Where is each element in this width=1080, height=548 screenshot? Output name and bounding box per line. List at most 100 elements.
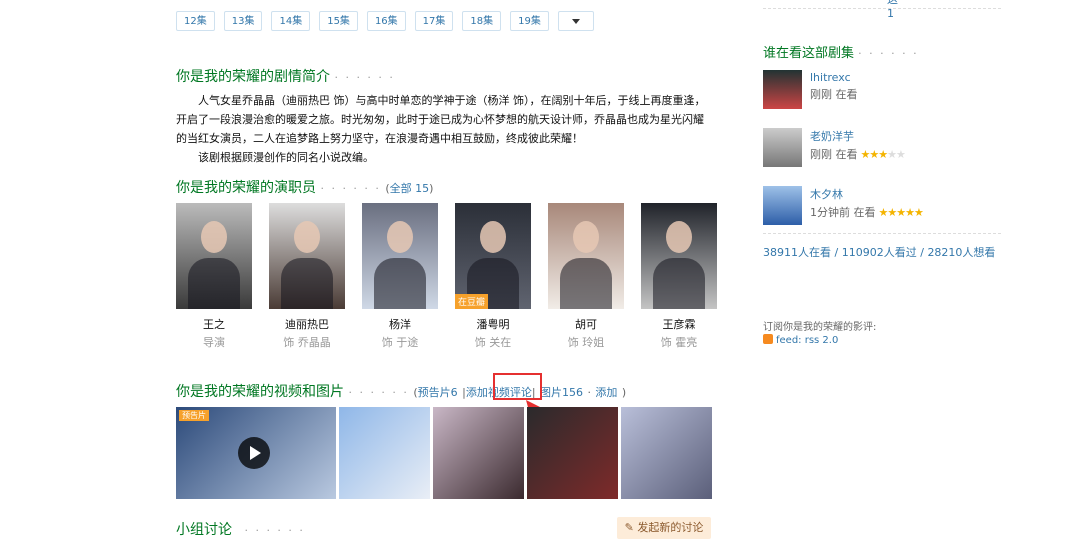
- group-dots: · · · · · ·: [244, 524, 305, 537]
- episode-more-button[interactable]: [557, 11, 594, 31]
- watched-count-link[interactable]: 110902人看过: [842, 246, 917, 259]
- cast-photo[interactable]: [362, 203, 438, 309]
- media-thumbnails: 预告片: [176, 407, 712, 499]
- cast-role: 饰 霍亮: [660, 336, 698, 349]
- portrait-figure: [387, 221, 413, 253]
- episode-button[interactable]: 16集: [366, 11, 406, 31]
- separator: /: [834, 246, 839, 259]
- cast-title: 你是我的荣耀的演职员: [176, 180, 316, 196]
- cast-name[interactable]: 王之: [176, 316, 252, 332]
- episode-button[interactable]: 17集: [414, 11, 454, 31]
- want-count-link[interactable]: 28210人想看: [927, 246, 995, 259]
- cast-role: 饰 玲姐: [567, 336, 605, 349]
- portrait-body: [560, 258, 612, 309]
- cast-name[interactable]: 胡可: [548, 316, 624, 332]
- avatar[interactable]: [763, 128, 802, 167]
- portrait-body: [374, 258, 426, 309]
- cast-role: 饰 乔晶晶: [283, 336, 331, 349]
- all-cast-link[interactable]: 全部 15: [390, 182, 430, 195]
- trailer-badge: 预告片: [179, 410, 209, 421]
- watcher-name-link[interactable]: 老奶洋芋: [810, 130, 854, 143]
- portrait-body: [653, 258, 705, 309]
- rating-stars: ★★★★★: [860, 148, 906, 161]
- divider: [763, 233, 1001, 234]
- who-watching-header: 谁在看这部剧集 · · · · · ·: [763, 42, 919, 61]
- rating-stars: ★★★★★: [878, 206, 924, 219]
- feed-label: 订阅你是我的荣耀的影评:: [763, 322, 877, 333]
- cast-name[interactable]: 杨洋: [362, 316, 438, 332]
- feed-row: feed: rss 2.0: [763, 334, 838, 346]
- episode-button[interactable]: 13集: [223, 11, 263, 31]
- cast-role: 导演: [203, 336, 225, 349]
- episode-button[interactable]: 14集: [271, 11, 311, 31]
- avatar[interactable]: [763, 70, 802, 109]
- play-icon[interactable]: [238, 437, 270, 469]
- annotation-highlight-box: [493, 373, 542, 400]
- watch-stats: 38911人在看 / 110902人看过 / 28210人想看: [763, 244, 995, 260]
- media-dots: · · · · · ·: [348, 386, 409, 399]
- cast-member[interactable]: 王彦霖饰 霍亮: [641, 203, 717, 350]
- cast-dots: · · · · · ·: [320, 182, 381, 195]
- cast-member[interactable]: 迪丽热巴饰 乔晶晶: [269, 203, 345, 350]
- cast-role: 饰 关在: [474, 336, 512, 349]
- photo-thumbnail[interactable]: [621, 407, 712, 499]
- group-header: 小组讨论 · · · · · ·: [176, 519, 305, 539]
- synopsis-paragraph: 人气女星乔晶晶（迪丽热巴 饰）与高中时单恋的学神于途（杨洋 饰），在阔别十年后，…: [176, 94, 706, 145]
- photo-thumbnail[interactable]: [433, 407, 524, 499]
- portrait-body: [188, 258, 240, 309]
- photo-thumbnail[interactable]: [527, 407, 618, 499]
- synopsis-paragraph: 该剧根据顾漫创作的同名小说改编。: [198, 151, 374, 164]
- synopsis-dots: · · · · · ·: [334, 71, 395, 84]
- episode-button[interactable]: 18集: [462, 11, 502, 31]
- watcher-name-link[interactable]: lhitrexc: [810, 71, 851, 84]
- cast-member[interactable]: 杨洋饰 于途: [362, 203, 438, 350]
- cast-photo[interactable]: [548, 203, 624, 309]
- cast-member[interactable]: 王之 导演: [176, 203, 252, 350]
- cast-role: 饰 于途: [381, 336, 419, 349]
- synopsis-header: 你是我的荣耀的剧情简介 · · · · · ·: [176, 66, 395, 86]
- paren: ): [429, 182, 434, 195]
- on-douban-badge: 在豆瓣: [455, 294, 489, 309]
- watcher-status: 1分钟前 在看: [810, 206, 876, 219]
- cast-name[interactable]: 王彦霖: [641, 316, 717, 332]
- watcher-item: 木夕林 1分钟前 在看 ★★★★★: [763, 186, 1003, 225]
- chevron-down-icon: [571, 18, 580, 24]
- new-discussion-label: 发起新的讨论: [637, 521, 704, 534]
- photo-thumbnail[interactable]: [339, 407, 430, 499]
- cast-name[interactable]: 迪丽热巴: [269, 316, 345, 332]
- cast-photo[interactable]: [269, 203, 345, 309]
- synopsis-title: 你是我的荣耀的剧情简介: [176, 69, 330, 85]
- rss-icon: [763, 334, 773, 344]
- who-watching-dots: · · · · · ·: [858, 47, 919, 60]
- cast-member[interactable]: 胡可饰 玲姐: [548, 203, 624, 350]
- separator: /: [920, 246, 924, 259]
- portrait-body: [281, 258, 333, 309]
- episode-button[interactable]: 19集: [510, 11, 549, 31]
- divider: [763, 8, 1001, 9]
- cast-list: 王之 导演 迪丽热巴饰 乔晶晶 杨洋饰 于途 在豆瓣 潘粤明饰 关在 胡可饰 玲姐 王彦霖饰 …: [176, 203, 717, 350]
- avatar[interactable]: [763, 186, 802, 225]
- new-discussion-button[interactable]: ✎ 发起新的讨论: [617, 517, 711, 539]
- trailers-link[interactable]: 预告片6: [418, 386, 458, 399]
- watcher-name-link[interactable]: 木夕林: [810, 188, 843, 201]
- watcher-item: 老奶洋芋刚刚 在看 ★★★★★: [763, 128, 1003, 167]
- watching-count-link[interactable]: 38911人在看: [763, 246, 831, 259]
- cast-photo[interactable]: [176, 203, 252, 309]
- episode-button[interactable]: 15集: [319, 11, 358, 31]
- cast-photo[interactable]: 在豆瓣: [455, 203, 531, 309]
- portrait-figure: [294, 221, 320, 253]
- sidebar-fragment-text: 这 1: [887, 0, 898, 20]
- watcher-item: lhitrexc 刚刚 在看: [763, 70, 1003, 109]
- cast-name[interactable]: 潘粤明: [455, 316, 531, 332]
- cast-member[interactable]: 在豆瓣潘粤明饰 关在: [455, 203, 531, 350]
- watcher-status: 刚刚 在看: [810, 148, 858, 161]
- rss-feed-link[interactable]: feed: rss 2.0: [776, 335, 838, 346]
- pencil-icon: ✎: [624, 521, 634, 534]
- group-title: 小组讨论: [176, 522, 232, 538]
- who-watching-title: 谁在看这部剧集: [763, 46, 855, 61]
- cast-photo[interactable]: [641, 203, 717, 309]
- episode-button[interactable]: 12集: [176, 11, 215, 31]
- cast-header: 你是我的荣耀的演职员 · · · · · · (全部 15): [176, 177, 433, 197]
- episode-list: 12集 13集 14集 15集 16集 17集 18集 19集: [176, 11, 594, 31]
- trailer-thumbnail[interactable]: 预告片: [176, 407, 336, 499]
